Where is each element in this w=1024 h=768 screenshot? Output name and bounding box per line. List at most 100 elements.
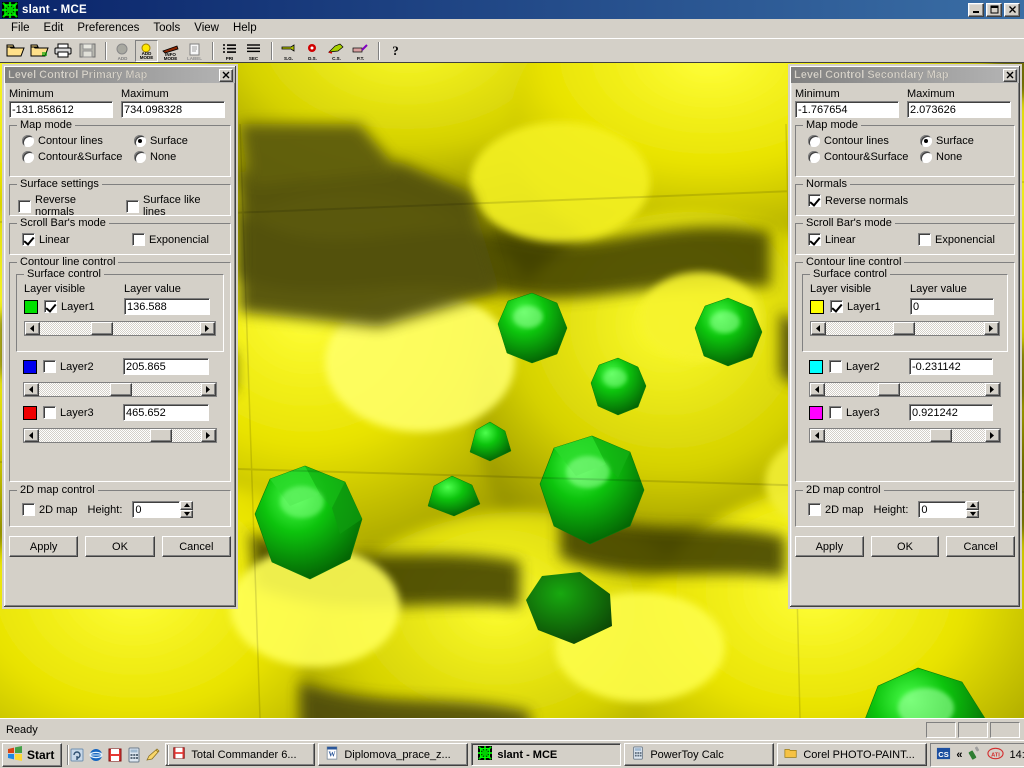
scrollbar-thumb[interactable] (878, 383, 900, 396)
help-icon[interactable]: ? (384, 40, 407, 62)
secondary-2d-map-checkbox[interactable]: 2D map (808, 503, 864, 516)
secondary-layer2-value-field[interactable]: -0.231142 (909, 358, 993, 375)
secondary-layer2-color-swatch[interactable] (809, 359, 823, 374)
spinner-up-icon[interactable] (966, 501, 980, 510)
scrollbar-left-arrow[interactable] (810, 429, 825, 442)
add-mode-icon[interactable]: ADD MODE (135, 39, 158, 62)
scrollbar-thumb[interactable] (110, 383, 132, 396)
scrollbar-track[interactable] (25, 322, 215, 335)
show-desktop-icon[interactable] (69, 747, 85, 763)
primary-layer3-color-swatch[interactable] (23, 405, 37, 420)
primary-radio-contour-lines[interactable]: Contour lines (22, 135, 134, 147)
secondary-apply-button[interactable]: Apply (795, 536, 864, 557)
secondary-layer1-color-swatch[interactable] (810, 299, 824, 314)
scrollbar-right-arrow[interactable] (985, 429, 1000, 442)
primary-dialog-close-icon[interactable] (219, 68, 233, 82)
task-button-corel-photo-paint[interactable]: Corel PHOTO-PAINT... (777, 743, 928, 766)
internet-explorer-icon[interactable] (88, 747, 104, 763)
secondary-checkbox-reverse-normals[interactable]: Reverse normals (808, 194, 908, 207)
scrollbar-thumb[interactable] (150, 429, 172, 442)
scrollbar-right-arrow[interactable] (985, 383, 1000, 396)
secondary-radio-none[interactable]: None (920, 151, 962, 163)
print-icon[interactable] (52, 40, 75, 62)
scrollbar-right-arrow[interactable] (984, 322, 999, 335)
secondary-radio-contour-surface[interactable]: Contour&Surface (808, 151, 920, 163)
label-icon[interactable]: LABEL (183, 40, 206, 62)
primary-layer3-value-field[interactable]: 465.652 (123, 404, 209, 421)
secondary-dialog-close-icon[interactable] (1003, 68, 1017, 82)
secondary-checkbox-linear[interactable]: Linear (808, 233, 918, 246)
task-button-total-commander[interactable]: Total Commander 6... (165, 743, 316, 766)
scrollbar-left-arrow[interactable] (24, 383, 39, 396)
secondary-layer1-value-field[interactable]: 0 (910, 298, 994, 315)
secondary-layer3-scrollbar[interactable] (809, 428, 1001, 443)
primary-layer2-checkbox[interactable]: Layer2 (43, 360, 117, 373)
info-mode-icon[interactable]: INFO MODE (159, 40, 182, 62)
primary-list-icon[interactable]: PRI (218, 40, 241, 62)
task-button-powertoy-calc[interactable]: PowerToy Calc (624, 743, 775, 766)
primary-layer1-checkbox[interactable]: Layer1 (44, 300, 118, 313)
primary-checkbox-reverse-normals[interactable]: Reverse normals (18, 194, 118, 218)
scrollbar-left-arrow[interactable] (811, 322, 826, 335)
secondary-layer1-scrollbar[interactable] (810, 321, 1000, 336)
scrollbar-right-arrow[interactable] (201, 429, 216, 442)
secondary-height-field[interactable]: 0 (918, 501, 967, 518)
primary-checkbox-exponencial[interactable]: Exponencial (132, 233, 209, 246)
menu-preferences[interactable]: Preferences (70, 20, 146, 36)
secondary-layer1-checkbox[interactable]: Layer1 (830, 300, 904, 313)
scrollbar-right-arrow[interactable] (200, 322, 215, 335)
primary-layer1-value-field[interactable]: 136.588 (124, 298, 210, 315)
scrollbar-left-arrow[interactable] (25, 322, 40, 335)
menu-help[interactable]: Help (226, 20, 264, 36)
primary-radio-none[interactable]: None (134, 151, 176, 163)
level-control-primary-map-dialog[interactable]: Level Control Primary Map Minimum -131.8… (2, 64, 238, 609)
secondary-maximum-field[interactable]: 2.073626 (907, 101, 1011, 118)
close-button[interactable] (1004, 2, 1020, 17)
scrollbar-thumb[interactable] (91, 322, 113, 335)
primary-layer1-color-swatch[interactable] (24, 299, 38, 314)
scrollbar-left-arrow[interactable] (24, 429, 39, 442)
primary-layer1-scrollbar[interactable] (24, 321, 216, 336)
spinner-down-icon[interactable] (180, 509, 194, 518)
pt-icon[interactable]: P.T. (349, 40, 372, 62)
start-button[interactable]: Start (2, 742, 63, 767)
primary-maximum-field[interactable]: 734.098328 (121, 101, 225, 118)
scrollbar-track[interactable] (24, 429, 216, 442)
primary-radio-contour-surface[interactable]: Contour&Surface (22, 151, 134, 163)
ds-icon[interactable]: D.S. (301, 40, 324, 62)
scrollbar-thumb[interactable] (893, 322, 915, 335)
secondary-layer2-scrollbar[interactable] (809, 382, 1001, 397)
secondary-ok-button[interactable]: OK (870, 536, 940, 557)
secondary-radio-contour-lines[interactable]: Contour lines (808, 135, 920, 147)
scrollbar-track[interactable] (810, 429, 1000, 442)
primary-layer2-scrollbar[interactable] (23, 382, 217, 397)
spinner-up-icon[interactable] (180, 501, 194, 510)
maximize-button[interactable] (986, 2, 1002, 17)
primary-ok-button[interactable]: OK (85, 536, 155, 557)
open-folder-icon[interactable] (4, 40, 27, 62)
scrollbar-right-arrow[interactable] (201, 383, 216, 396)
primary-layer2-color-swatch[interactable] (23, 359, 37, 374)
secondary-cancel-button[interactable]: Cancel (946, 536, 1016, 557)
primary-radio-surface[interactable]: Surface (134, 135, 188, 147)
open-folder-2-icon[interactable] (28, 40, 51, 62)
calculator-icon[interactable] (126, 747, 142, 763)
scrollbar-track[interactable] (810, 383, 1000, 396)
primary-height-spinner[interactable] (180, 501, 194, 518)
secondary-checkbox-exponencial[interactable]: Exponencial (918, 233, 995, 246)
primary-layer3-checkbox[interactable]: Layer3 (43, 406, 117, 419)
primary-2d-map-checkbox[interactable]: 2D map (22, 503, 78, 516)
secondary-layer3-color-swatch[interactable] (809, 405, 823, 420)
menu-file[interactable]: File (4, 20, 37, 36)
secondary-minimum-field[interactable]: -1.767654 (795, 101, 899, 118)
menu-tools[interactable]: Tools (146, 20, 187, 36)
level-control-secondary-map-dialog[interactable]: Level Control Secondary Map Minimum -1.7… (788, 64, 1022, 609)
tray-clock[interactable]: 14:45 (1009, 749, 1024, 761)
sg-icon[interactable]: S.G. (277, 40, 300, 62)
save-icon[interactable] (76, 40, 99, 62)
language-bar-icon[interactable]: CS (936, 746, 951, 764)
floppy-save-icon[interactable] (107, 747, 123, 763)
task-button-slant-mce[interactable]: slant - MCE (471, 743, 622, 766)
scrollbar-left-arrow[interactable] (810, 383, 825, 396)
primary-checkbox-linear[interactable]: Linear (22, 233, 132, 246)
